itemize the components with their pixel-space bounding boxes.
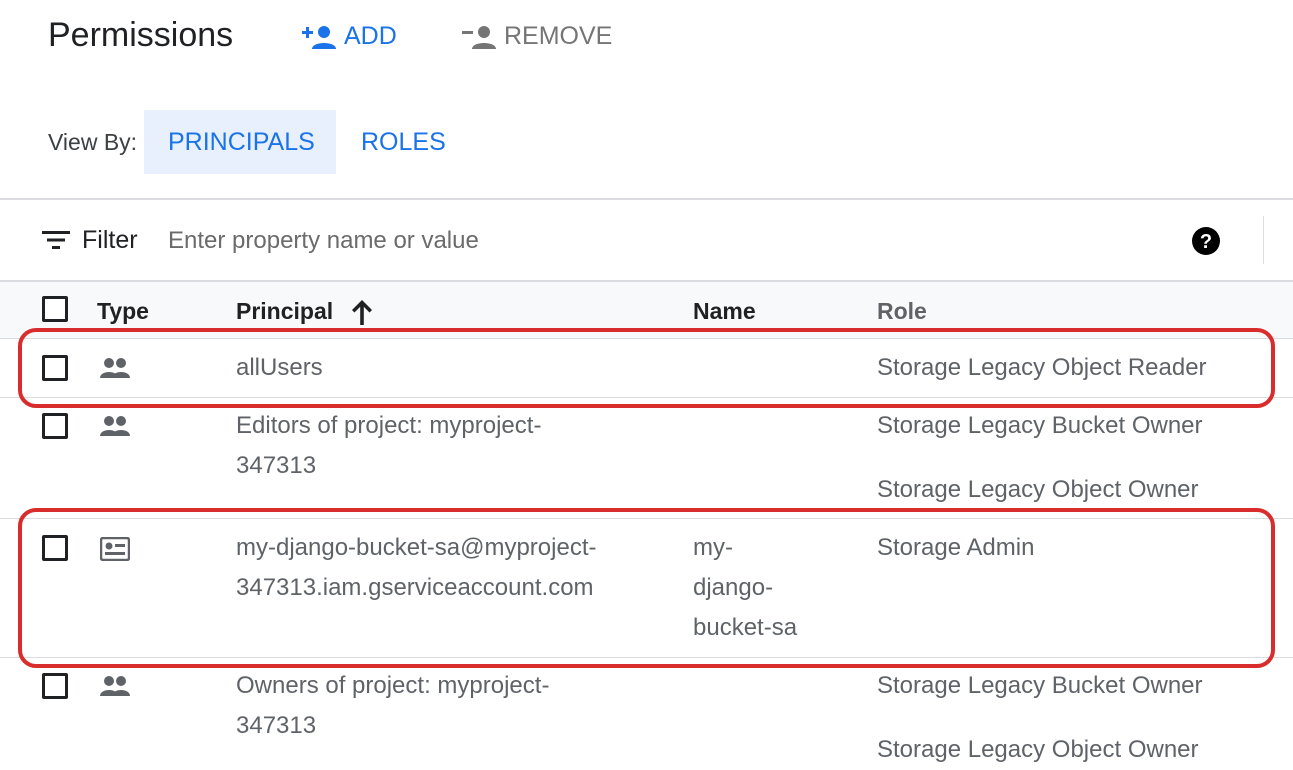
group-icon xyxy=(100,676,130,696)
table-row[interactable] xyxy=(0,519,1293,657)
divider xyxy=(0,198,1293,200)
principal-cell: 347313.iam.gserviceaccount.com xyxy=(236,574,594,601)
filter-label: Filter xyxy=(82,226,138,254)
column-header-type[interactable]: Type xyxy=(97,298,149,325)
role-cell: Storage Legacy Bucket Owner xyxy=(877,412,1203,439)
column-header-principal[interactable]: Principal xyxy=(236,298,333,325)
role-cell: Storage Legacy Object Reader xyxy=(877,354,1207,381)
select-all-checkbox[interactable] xyxy=(42,296,68,322)
group-icon xyxy=(100,416,130,436)
row-checkbox[interactable] xyxy=(42,413,68,439)
add-person-icon xyxy=(302,25,336,49)
row-checkbox[interactable] xyxy=(42,673,68,699)
principal-cell: Owners of project: myproject- xyxy=(236,672,550,699)
toolbar-separator xyxy=(1263,216,1264,264)
table-header xyxy=(0,282,1293,339)
view-by-label: View By: xyxy=(48,129,138,155)
sort-ascending-icon[interactable] xyxy=(350,298,374,326)
principal-cell: Editors of project: myproject- xyxy=(236,412,542,439)
role-cell: Storage Legacy Object Owner xyxy=(877,736,1199,763)
name-cell: bucket-sa xyxy=(693,614,798,641)
page-title: Permissions xyxy=(48,16,234,54)
principal-cell: my-django-bucket-sa@myproject- xyxy=(236,534,597,561)
column-header-name[interactable]: Name xyxy=(693,298,756,325)
row-checkbox[interactable] xyxy=(42,535,68,561)
filter-icon[interactable] xyxy=(42,228,70,252)
remove-person-icon xyxy=(462,25,496,49)
tab-principals[interactable]: PRINCIPALS xyxy=(144,110,336,174)
remove-button[interactable]: REMOVE xyxy=(462,22,612,51)
role-cell: Storage Legacy Object Owner xyxy=(877,476,1199,503)
principal-cell: 347313 xyxy=(236,452,317,479)
add-button-label: ADD xyxy=(344,22,397,50)
remove-button-label: REMOVE xyxy=(504,22,613,50)
help-icon[interactable]: ? xyxy=(1192,227,1220,255)
name-cell: django- xyxy=(693,574,774,601)
principal-cell: 347313 xyxy=(236,712,317,739)
add-button[interactable]: ADD xyxy=(302,22,397,51)
svg-text:?: ? xyxy=(1200,231,1212,253)
name-cell: my- xyxy=(693,534,733,561)
row-checkbox[interactable] xyxy=(42,355,68,381)
principal-cell: allUsers xyxy=(236,354,323,381)
filter-input[interactable] xyxy=(168,222,1068,260)
group-icon xyxy=(100,358,130,378)
role-cell: Storage Admin xyxy=(877,534,1035,561)
role-cell: Storage Legacy Bucket Owner xyxy=(877,672,1203,699)
service-account-icon xyxy=(100,537,130,561)
column-header-role[interactable]: Role xyxy=(877,298,927,325)
tab-roles[interactable]: ROLES xyxy=(337,110,470,174)
